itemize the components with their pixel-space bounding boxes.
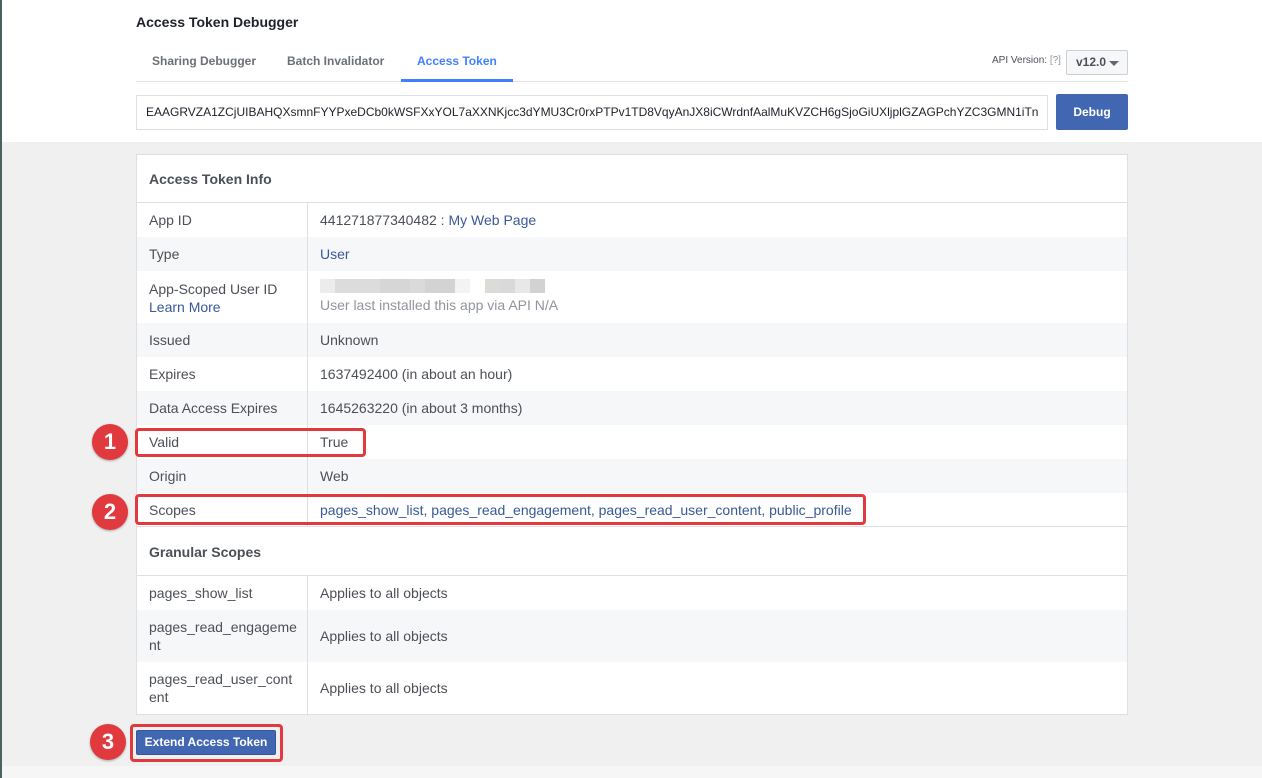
access-token-input[interactable]: EAAGRVZA1ZCjUIBAHQXsmnFYYPxeDCb0kWSFXxYO… bbox=[136, 95, 1048, 130]
learn-more-link[interactable]: Learn More bbox=[149, 299, 221, 315]
api-version-value: v12.0 bbox=[1076, 55, 1107, 69]
annotation-badge-2: 2 bbox=[92, 494, 128, 530]
table-row-type: Type User bbox=[137, 237, 1127, 271]
redacted-user-id bbox=[320, 279, 558, 293]
scope-name: pages_read_engageme nt bbox=[149, 619, 297, 653]
table-row-origin: Origin Web bbox=[137, 459, 1127, 493]
granular-scopes-heading: Granular Scopes bbox=[137, 528, 1127, 576]
app-scoped-user-id-label: App-Scoped User ID bbox=[149, 281, 278, 297]
column-divider bbox=[307, 662, 308, 714]
row-value: User bbox=[320, 246, 350, 262]
table-row-issued: Issued Unknown bbox=[137, 323, 1127, 357]
table-row-app-scoped-user-id: App-Scoped User ID Learn More User last … bbox=[137, 271, 1127, 323]
tab-bar: Sharing Debugger Batch Invalidator Acces… bbox=[136, 44, 1128, 82]
row-value: Unknown bbox=[320, 332, 379, 348]
scope-name: pages_show_list bbox=[149, 585, 253, 601]
row-label: Expires bbox=[149, 366, 196, 382]
column-divider bbox=[307, 459, 308, 493]
column-divider bbox=[307, 357, 308, 391]
annotation-badge-3: 3 bbox=[90, 724, 126, 760]
column-divider bbox=[307, 203, 308, 237]
table-row: pages_read_user_cont ent Applies to all … bbox=[137, 662, 1127, 714]
app-id-value: 441271877340482 bbox=[320, 212, 437, 228]
column-divider bbox=[307, 610, 308, 662]
table-row-app-id: App ID 441271877340482 : My Web Page bbox=[137, 203, 1127, 237]
tab-batch-invalidator[interactable]: Batch Invalidator bbox=[271, 44, 400, 82]
column-divider bbox=[307, 576, 308, 610]
row-label: App-Scoped User ID Learn More bbox=[149, 280, 307, 316]
footer-strip bbox=[2, 766, 1262, 778]
row-value: 441271877340482 : My Web Page bbox=[320, 212, 536, 228]
access-token-info-heading: Access Token Info bbox=[137, 155, 1127, 203]
column-divider bbox=[307, 271, 308, 323]
row-label: App ID bbox=[149, 212, 192, 228]
row-value: User last installed this app via API N/A bbox=[320, 279, 558, 313]
column-divider bbox=[307, 237, 308, 271]
row-label: Issued bbox=[149, 332, 191, 348]
app-name-link[interactable]: My Web Page bbox=[448, 212, 536, 228]
row-label: Type bbox=[149, 246, 180, 262]
page-title: Access Token Debugger bbox=[136, 14, 299, 30]
tab-sharing-debugger[interactable]: Sharing Debugger bbox=[136, 44, 272, 82]
tab-access-token[interactable]: Access Token bbox=[401, 44, 513, 82]
row-value: Web bbox=[320, 468, 349, 484]
table-row: pages_read_engageme nt Applies to all ob… bbox=[137, 610, 1127, 662]
row-value: 1645263220 (in about 3 months) bbox=[320, 400, 523, 416]
scope-target: Applies to all objects bbox=[320, 628, 448, 644]
row-label: Origin bbox=[149, 468, 187, 484]
api-version-text: API Version: bbox=[992, 55, 1048, 66]
table-row-data-access-expires: Data Access Expires 1645263220 (in about… bbox=[137, 391, 1127, 425]
debug-button[interactable]: Debug bbox=[1056, 94, 1128, 130]
scope-target: Applies to all objects bbox=[320, 585, 448, 601]
table-row: pages_show_list Applies to all objects bbox=[137, 576, 1127, 610]
scope-name: pages_read_user_cont ent bbox=[149, 671, 293, 705]
column-divider bbox=[307, 391, 308, 425]
help-link[interactable]: [?] bbox=[1050, 55, 1061, 66]
install-note: User last installed this app via API N/A bbox=[320, 297, 559, 313]
scope-target: Applies to all objects bbox=[320, 680, 448, 696]
annotation-badge-1: 1 bbox=[92, 424, 128, 460]
table-row-expires: Expires 1637492400 (in about an hour) bbox=[137, 357, 1127, 391]
row-value: 1637492400 (in about an hour) bbox=[320, 366, 513, 382]
chevron-down-icon bbox=[1109, 61, 1119, 66]
annotation-highlight-extend bbox=[130, 724, 283, 762]
api-version-label: API Version: [?] bbox=[992, 55, 1061, 66]
app-id-separator: : bbox=[436, 212, 449, 228]
annotation-highlight-scopes bbox=[135, 494, 866, 525]
annotation-highlight-valid bbox=[135, 428, 366, 457]
row-label: Data Access Expires bbox=[149, 400, 278, 416]
api-version-select[interactable]: v12.0 bbox=[1066, 50, 1128, 75]
column-divider bbox=[307, 323, 308, 357]
